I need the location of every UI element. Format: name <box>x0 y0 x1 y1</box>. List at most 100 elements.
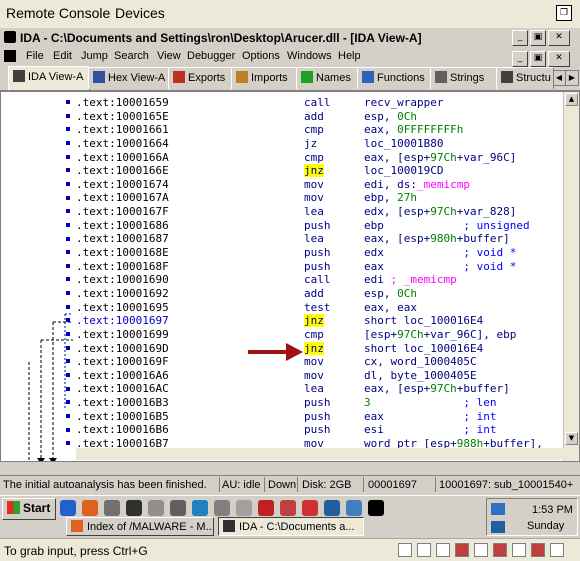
mnemonic[interactable]: jz <box>304 137 317 150</box>
tab-scroll-right-icon[interactable]: ▶ <box>565 70 579 86</box>
ie-icon[interactable] <box>60 500 76 516</box>
menu-help[interactable]: Help <box>338 50 361 62</box>
operands[interactable]: edx ; void * <box>364 246 516 259</box>
address[interactable]: .text:1000169D <box>76 342 169 355</box>
scroll-down-icon[interactable]: ▼ <box>565 432 578 445</box>
disasm-row[interactable]: .text:1000166A cmp eax, [esp+97Ch+var_96C] <box>76 151 564 165</box>
tab-scroll-left-icon[interactable]: ◀ <box>552 70 566 86</box>
devices-menu[interactable]: Devices <box>115 5 165 21</box>
network-tray-icon[interactable] <box>491 503 505 515</box>
address[interactable]: .text:10001699 <box>76 328 169 341</box>
tab-names[interactable]: Names <box>296 67 359 89</box>
disasm-row[interactable]: .text:100016B3 push 3 ; len <box>76 396 564 410</box>
address[interactable]: .text:1000166E <box>76 164 169 177</box>
display-tray-icon[interactable] <box>491 521 505 533</box>
operands[interactable]: eax ; int <box>364 410 496 423</box>
operands[interactable]: ebp, 27h <box>364 191 417 204</box>
mnemonic[interactable]: push <box>304 423 331 436</box>
tab-imports[interactable]: Imports <box>231 67 298 89</box>
operands[interactable]: esi ; int <box>364 423 496 436</box>
disasm-row[interactable]: .text:1000169D jnz short loc_100016E4 <box>76 341 564 356</box>
menu-jump[interactable]: Jump <box>81 50 108 62</box>
mnemonic[interactable]: cmp <box>304 328 324 341</box>
mnemonic[interactable]: lea <box>304 205 324 218</box>
disasm-row[interactable]: .text:100016AC lea eax, [esp+97Ch+buffer] <box>76 382 564 396</box>
network-icon[interactable] <box>236 500 252 516</box>
menu-file[interactable]: File <box>26 50 44 62</box>
disasm-row[interactable]: .text:1000168F push eax ; void * <box>76 260 564 274</box>
disasm-row[interactable]: .text:10001674 mov edi, ds:_memicmp <box>76 178 564 192</box>
operands[interactable]: eax, [esp+97Ch+buffer] <box>364 382 510 395</box>
address[interactable]: .text:1000169F <box>76 355 169 368</box>
firefox-icon[interactable] <box>82 500 98 516</box>
tab-exports[interactable]: Exports <box>168 67 233 89</box>
tab-strings[interactable]: Strings <box>430 67 498 89</box>
operands[interactable]: eax, [esp+97Ch+var_96C] <box>364 151 516 164</box>
address[interactable]: .text:100016AC <box>76 382 169 395</box>
task-button[interactable]: Index of /MALWARE - M... <box>66 517 214 536</box>
ida-quicklaunch-icon[interactable] <box>104 500 120 516</box>
mnemonic[interactable]: push <box>304 410 331 423</box>
operands[interactable]: edi ; _memicmp <box>364 273 457 286</box>
disasm-row[interactable]: .text:1000165E add esp, 0Ch <box>76 110 564 124</box>
tool-icon[interactable] <box>148 500 164 516</box>
address[interactable]: .text:10001690 <box>76 273 169 286</box>
mdi-close-button[interactable]: ✕ <box>548 51 570 67</box>
operands[interactable]: short loc_100016E4 <box>364 314 483 327</box>
disasm-row[interactable]: .text:10001695 test eax, eax <box>76 301 564 315</box>
address[interactable]: .text:1000168E <box>76 246 169 259</box>
disasm-row[interactable]: .text:10001690 call edi ; _memicmp <box>76 273 564 287</box>
address[interactable]: .text:100016B6 <box>76 423 169 436</box>
disasm-row[interactable]: .text:10001692 add esp, 0Ch <box>76 287 564 301</box>
menu-debugger[interactable]: Debugger <box>187 50 235 62</box>
debugger-icon[interactable] <box>280 500 296 516</box>
mnemonic[interactable]: cmp <box>304 151 324 164</box>
operands[interactable]: loc_100019CD <box>364 164 443 177</box>
disasm-row[interactable]: .text:1000169F mov cx, word_1000405C <box>76 355 564 369</box>
address[interactable]: .text:10001661 <box>76 123 169 136</box>
mnemonic[interactable]: push <box>304 260 331 273</box>
operands[interactable]: 3 ; len <box>364 396 496 409</box>
address[interactable]: .text:100016A6 <box>76 369 169 382</box>
operands[interactable]: eax, 0FFFFFFFFh <box>364 123 463 136</box>
scroll-up-icon[interactable]: ▲ <box>565 93 578 106</box>
mnemonic[interactable]: test <box>304 301 331 314</box>
operands[interactable]: dl, byte_1000405E <box>364 369 477 382</box>
disassembly-listing[interactable]: .text:10001659 call recv_wrapper .text:1000… <box>76 96 564 451</box>
minimize-button[interactable]: _ <box>512 30 528 46</box>
shell-icon[interactable] <box>170 500 186 516</box>
operands[interactable]: recv_wrapper <box>364 96 443 109</box>
disasm-row[interactable]: .text:10001686 push ebp ; unsigned <box>76 219 564 233</box>
menu-edit[interactable]: Edit <box>53 50 72 62</box>
maximize-button[interactable]: ▣ <box>530 30 546 46</box>
mnemonic[interactable]: push <box>304 396 331 409</box>
operands[interactable]: edx, [esp+97Ch+var_828] <box>364 205 516 218</box>
disasm-row[interactable]: .text:1000167A mov ebp, 27h <box>76 191 564 205</box>
close-button[interactable]: ✕ <box>548 30 570 46</box>
address[interactable]: .text:1000167A <box>76 191 169 204</box>
mdi-restore-button[interactable]: ▣ <box>530 51 546 67</box>
address[interactable]: .text:1000165E <box>76 110 169 123</box>
address[interactable]: .text:100016B3 <box>76 396 169 409</box>
disasm-row[interactable]: .text:10001697 jnz short loc_100016E4 <box>76 314 564 328</box>
mnemonic[interactable]: push <box>304 246 331 259</box>
ftp-icon[interactable] <box>214 500 230 516</box>
disasm-row[interactable]: .text:10001687 lea eax, [esp+980h+buffer] <box>76 232 564 246</box>
operands[interactable]: eax ; void * <box>364 260 516 273</box>
cmd-icon[interactable] <box>368 500 384 516</box>
mnemonic[interactable]: mov <box>304 191 324 204</box>
address[interactable]: .text:1000168F <box>76 260 169 273</box>
horizontal-scrollbar[interactable] <box>76 448 564 460</box>
address[interactable]: .text:10001692 <box>76 287 169 300</box>
address[interactable]: .text:100016B5 <box>76 410 169 423</box>
mnemonic[interactable]: jnz <box>304 341 324 355</box>
disassembly-view[interactable]: .text:10001659 call recv_wrapper .text:1000… <box>0 91 580 462</box>
operands[interactable]: ebp ; unsigned <box>364 219 530 232</box>
mnemonic[interactable]: lea <box>304 232 324 245</box>
monitor-icon[interactable] <box>324 500 340 516</box>
disasm-row[interactable]: .text:100016A6 mov dl, byte_1000405E <box>76 369 564 383</box>
mnemonic[interactable]: call <box>304 96 331 109</box>
disasm-row[interactable]: .text:1000168E push edx ; void * <box>76 246 564 260</box>
mnemonic[interactable]: mov <box>304 178 324 191</box>
mnemonic[interactable]: call <box>304 273 331 286</box>
